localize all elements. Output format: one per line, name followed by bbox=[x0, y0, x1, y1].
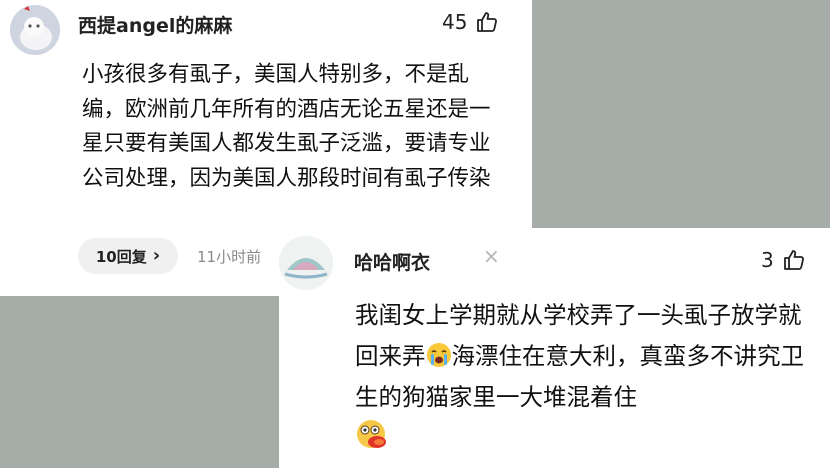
vomiting-face-emoji-icon bbox=[357, 420, 386, 448]
thumbs-up-icon bbox=[477, 12, 498, 32]
avatar[interactable] bbox=[279, 236, 333, 290]
like-count: 3 bbox=[761, 248, 774, 272]
comment-text: 小孩很多有虱子，美国人特别多，不是乱编，欧洲前几年所有的酒店无论五星还是一星只要… bbox=[82, 62, 491, 191]
username[interactable]: 哈哈啊衣 bbox=[354, 248, 430, 275]
like-count: 45 bbox=[442, 10, 468, 34]
comment-text: 我闺女上学期就从学校弄了一头虱子放学就回来弄 海漂住在意大利，真蛮多不讲究卫生的… bbox=[355, 295, 807, 459]
lotus-logo-icon bbox=[279, 236, 333, 290]
username[interactable]: 西提angel的麻麻 bbox=[78, 11, 232, 38]
cat-avatar-icon bbox=[10, 5, 60, 55]
reply-button[interactable]: 10回复 › bbox=[78, 238, 178, 274]
like-control[interactable]: 45 bbox=[442, 10, 499, 34]
reply-count-label: 10回复 bbox=[95, 247, 147, 266]
close-icon[interactable]: × bbox=[483, 244, 500, 268]
avatar[interactable] bbox=[10, 5, 60, 55]
like-control[interactable]: 3 bbox=[761, 248, 806, 272]
chevron-right-icon: › bbox=[152, 245, 161, 266]
crying-face-emoji-icon bbox=[426, 343, 451, 367]
comment-card-2: 哈哈啊衣 × 3 我闺女上学期就从学校弄了一头虱子放学就回来弄 海漂住在意大利，… bbox=[279, 228, 830, 468]
thumbs-up-icon bbox=[783, 250, 804, 270]
timestamp: 11小时前 bbox=[197, 248, 262, 266]
